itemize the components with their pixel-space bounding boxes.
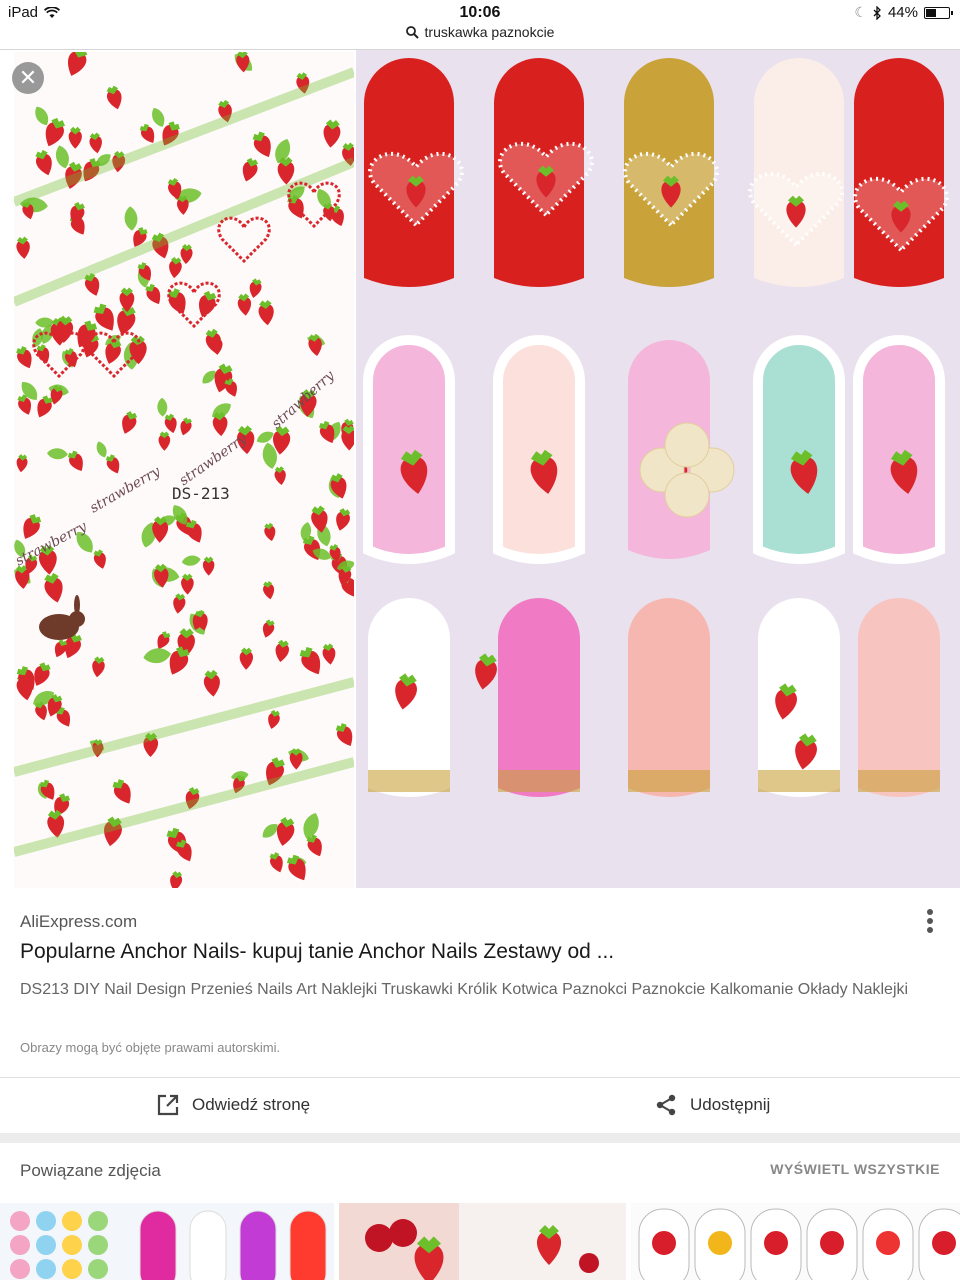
open-external-icon <box>157 1094 179 1116</box>
related-thumbnail[interactable] <box>0 1203 334 1280</box>
bluetooth-icon <box>873 5 881 20</box>
copyright-note: Obrazy mogą być objęte prawami autorskim… <box>20 1040 281 1055</box>
search-query: truskawka paznokcie <box>424 24 555 40</box>
share-button[interactable]: Udostępnij <box>654 1078 770 1132</box>
nail-art-drawing <box>363 58 949 797</box>
share-label: Udostępnij <box>690 1095 771 1114</box>
thumbnail-art <box>10 1210 327 1280</box>
section-separator <box>0 1133 960 1143</box>
more-options-button[interactable] <box>920 906 940 936</box>
bunny-sticker <box>39 595 85 640</box>
sticker-sheet-image: DS-213 strawberry strawberry strawberry … <box>14 52 354 888</box>
result-description: DS213 DIY Nail Design Przenieś Nails Art… <box>20 981 909 998</box>
related-thumbnail[interactable] <box>631 1203 960 1280</box>
clock: 10:06 <box>459 4 501 21</box>
result-title[interactable]: Popularne Anchor Nails- kupuj tanie Anch… <box>20 940 614 964</box>
source-domain[interactable]: AliExpress.com <box>20 912 137 932</box>
sheet-code-label: DS-213 <box>172 484 230 503</box>
result-info: AliExpress.com Popularne Anchor Nails- k… <box>0 888 960 1078</box>
url-bar[interactable]: truskawka paznokcie <box>0 24 960 48</box>
visit-page-label: Odwiedź stronę <box>192 1095 311 1114</box>
view-all-button[interactable]: WYŚWIETL WSZYSTKIE <box>770 1161 940 1177</box>
battery-icon <box>924 6 953 19</box>
battery-percent: 44% <box>887 4 918 21</box>
visit-page-button[interactable]: Odwiedź stronę <box>156 1078 310 1132</box>
close-button[interactable]: ✕ <box>12 62 44 94</box>
related-thumbnail[interactable] <box>339 1203 626 1280</box>
search-icon <box>405 25 419 39</box>
related-images-section: Powiązane zdjęcia WYŚWIETL WSZYSTKIE <box>0 1143 960 1280</box>
related-title: Powiązane zdjęcia <box>20 1161 161 1180</box>
status-bar: iPad 10:06 ☾ 44% <box>0 0 960 24</box>
nail-art-photo <box>356 50 960 888</box>
thumbnail-art <box>339 1203 599 1280</box>
more-vert-icon <box>927 909 933 915</box>
status-right: ☾ 44% <box>854 4 953 21</box>
share-icon <box>656 1094 676 1116</box>
thumbnail-art <box>638 1208 960 1280</box>
image-preview[interactable]: DS-213 strawberry strawberry strawberry … <box>0 50 960 888</box>
action-bar: Odwiedź stronę Udostępnij <box>0 1078 960 1132</box>
moon-icon: ☾ <box>854 4 867 20</box>
